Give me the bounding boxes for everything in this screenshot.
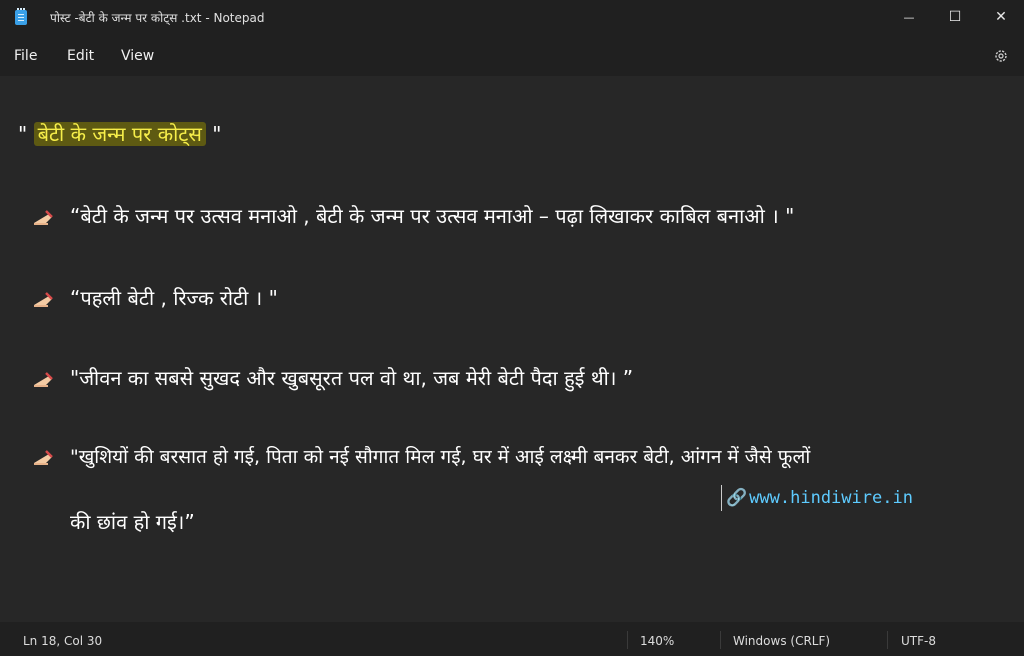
status-bar: Ln 18, Col 30 140% Windows (CRLF) UTF-8: [0, 622, 1024, 656]
menu-edit[interactable]: Edit: [67, 48, 94, 64]
quote-text: “बेटी के जन्म पर उत्सव मनाओ , बेटी के जन…: [70, 204, 795, 228]
minimize-button[interactable]: —: [886, 0, 932, 34]
text-cursor: [721, 485, 722, 511]
zoom-level[interactable]: 140%: [640, 634, 674, 648]
writing-hand-icon: [34, 292, 53, 307]
menu-view[interactable]: View: [121, 48, 154, 64]
window-title: पोस्ट -बेटी के जन्म पर कोट्स .txt - Note…: [50, 11, 265, 25]
quote-line: "खुशियों की बरसात हो गई, पिता को नई सौगा…: [32, 443, 810, 469]
notepad-icon: [15, 8, 27, 25]
close-icon: ✕: [995, 9, 1007, 25]
website-url: www.hindiwire.in: [749, 488, 913, 508]
heading-close-quote: ": [205, 122, 222, 146]
close-button[interactable]: ✕: [978, 0, 1024, 34]
quote-continuation: की छांव हो गई।”: [70, 510, 195, 534]
minimize-icon: —: [903, 10, 915, 24]
maximize-button[interactable]: ☐: [932, 0, 978, 34]
document-heading: " बेटी के जन्म पर कोट्स ": [18, 120, 221, 147]
line-ending[interactable]: Windows (CRLF): [733, 634, 830, 648]
maximize-icon: ☐: [948, 9, 962, 25]
writing-hand-icon: [34, 210, 53, 225]
encoding[interactable]: UTF-8: [901, 634, 936, 648]
cursor-position: Ln 18, Col 30: [23, 634, 103, 648]
link-icon: 🔗: [726, 488, 748, 508]
text-editor[interactable]: " बेटी के जन्म पर कोट्स " “बेटी के जन्म …: [0, 76, 1024, 622]
quote-text: "जीवन का सबसे सुखद और खुबसूरत पल वो था, …: [70, 366, 634, 390]
quote-text: “पहली बेटी , रिज्क रोटी । ": [70, 286, 278, 310]
settings-button[interactable]: [992, 48, 1010, 66]
status-separator: [720, 631, 721, 649]
writing-hand-icon: [34, 450, 53, 465]
website-link: 🔗 www.hindiwire.in: [726, 488, 913, 508]
status-separator: [627, 631, 628, 649]
title-bar: पोस्ट -बेटी के जन्म पर कोट्स .txt - Note…: [0, 0, 1024, 36]
writing-hand-icon: [34, 372, 53, 387]
quote-line: “बेटी के जन्म पर उत्सव मनाओ , बेटी के जन…: [32, 202, 794, 229]
quote-line: "जीवन का सबसे सुखद और खुबसूरत पल वो था, …: [32, 364, 633, 391]
status-separator: [887, 631, 888, 649]
menu-file[interactable]: File: [14, 48, 37, 64]
quote-text: "खुशियों की बरसात हो गई, पिता को नई सौगा…: [70, 446, 811, 468]
highlighted-heading: बेटी के जन्म पर कोट्स: [33, 122, 206, 146]
heading-open-quote: ": [18, 122, 34, 146]
quote-line: “पहली बेटी , रिज्क रोटी । ": [32, 284, 278, 311]
gear-icon: [995, 50, 1007, 62]
menu-bar: File Edit View: [0, 36, 1024, 76]
